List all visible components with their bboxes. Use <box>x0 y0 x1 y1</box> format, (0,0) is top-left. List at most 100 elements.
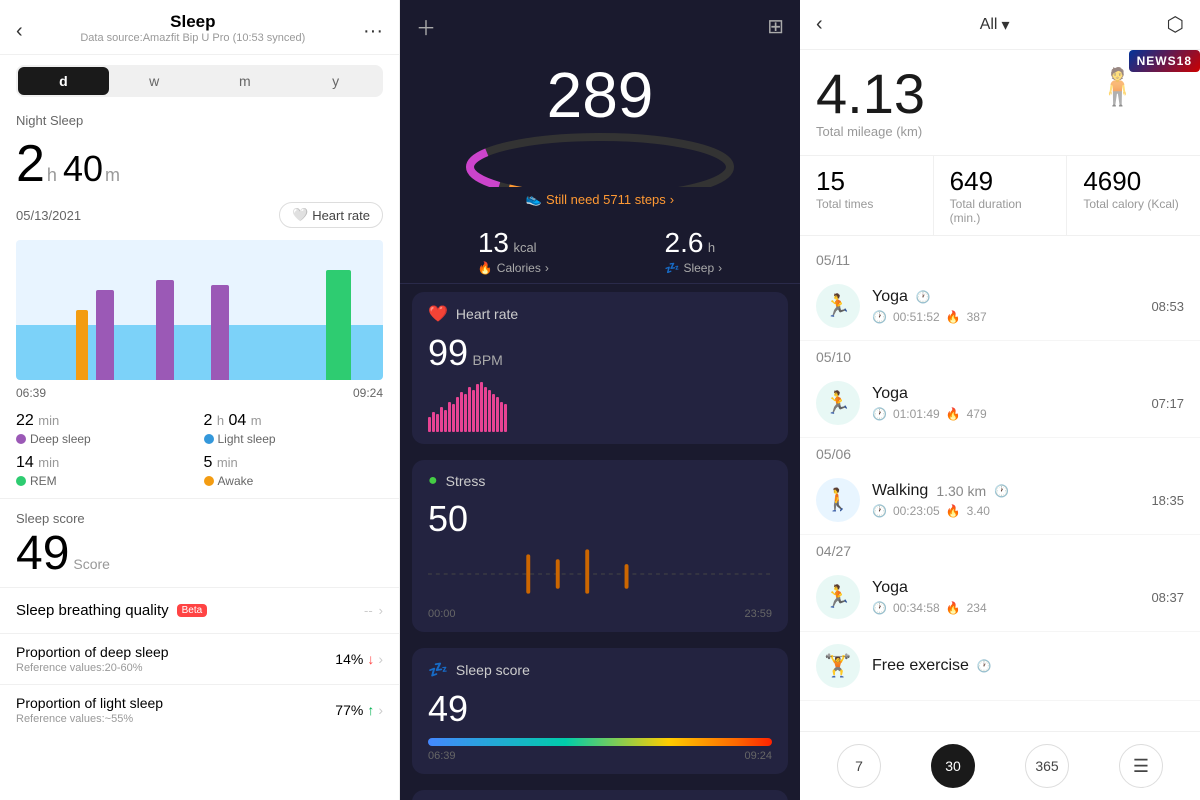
sleep-hours: 2 <box>16 134 45 194</box>
deep-proportion-title: Proportion of deep sleep <box>16 644 169 660</box>
heart-rate-card: ❤️ Heart rate 99 BPM <box>412 292 788 444</box>
heart-rate-label: Heart rate <box>312 208 370 223</box>
activity-item-exercise-0427[interactable]: 🏋️ Free exercise 🕐 <box>800 632 1200 701</box>
chevron-right-sleep: › <box>718 261 722 275</box>
deep-sleep-proportion-row[interactable]: Proportion of deep sleep Reference value… <box>0 633 399 684</box>
clock-icon-0511: 🕐 <box>916 290 931 304</box>
walk-icon-wrap: 🚶 <box>816 478 860 522</box>
duration-0506: 00:23:05 <box>893 504 940 518</box>
sleep-minutes: 40 <box>63 148 103 190</box>
total-duration-fig: 649 Total duration (min.) <box>933 156 1067 235</box>
up-arrow-icon: ↑ <box>367 702 374 718</box>
heart-icon: 🤍 <box>292 207 308 223</box>
clock-mini-icon-0510: 🕐 <box>872 407 887 421</box>
calories-label: 🔥 Calories › <box>478 261 549 275</box>
clock-mini-icon-0427: 🕐 <box>872 601 887 615</box>
fire-icon-0510: 🔥 <box>946 407 961 421</box>
sleep-label-mid: 💤 Sleep › <box>665 261 723 275</box>
total-figures: 15 Total times 649 Total duration (min.)… <box>800 155 1200 236</box>
steps-count: 289 <box>400 63 800 127</box>
share-icon[interactable]: ⬡ <box>1167 12 1184 37</box>
light-sleep-proportion-row[interactable]: Proportion of light sleep Reference valu… <box>0 684 399 735</box>
total-times-fig: 15 Total times <box>800 156 933 235</box>
middle-panel: ＋ ⊞ 289 👟 Still need 5711 steps › 13 kca… <box>400 0 800 800</box>
page-title: Sleep <box>23 12 363 32</box>
right-header: ‹ All ▾ ⬡ <box>800 0 1200 50</box>
light-sleep-label: Light sleep <box>218 432 276 446</box>
sleep-date: 05/13/2021 <box>16 208 81 223</box>
tab-w[interactable]: w <box>109 67 200 95</box>
exercise-icon: 🏋️ <box>824 653 851 679</box>
total-calory-fig: 4690 Total calory (Kcal) <box>1066 156 1200 235</box>
sleep-score-number: 49 <box>16 526 69 581</box>
tab-m[interactable]: m <box>200 67 291 95</box>
period-365-btn[interactable]: 365 <box>1025 744 1069 788</box>
duration-0427: 00:34:58 <box>893 601 940 615</box>
total-times-val: 15 <box>816 166 917 197</box>
stress-icon: ● <box>428 472 438 490</box>
light-sleep-val: 2 h 04 m <box>204 412 384 430</box>
tab-d[interactable]: d <box>18 67 109 95</box>
more-icon[interactable]: ··· <box>363 20 383 43</box>
deep-proportion-val: 14% <box>335 651 363 667</box>
heart-rate-val: 99 <box>428 332 468 373</box>
deep-sleep-val: 22 min <box>16 412 196 430</box>
breathing-quality-row[interactable]: Sleep breathing quality Beta -- › <box>0 587 399 633</box>
mid-grid-icon[interactable]: ⊞ <box>767 14 784 39</box>
person-figure: 🧍 <box>1095 66 1140 108</box>
date-header-0506: 05/06 <box>800 438 1200 466</box>
awake-label: Awake <box>218 474 254 488</box>
period-30-btn[interactable]: 30 <box>931 744 975 788</box>
total-duration-label: Total duration (min.) <box>950 197 1051 225</box>
sleep-score-bar: 06:39 09:24 <box>428 738 772 762</box>
yoga-icon-0427: 🏃 <box>824 584 851 610</box>
heart-rate-card-title: Heart rate <box>456 306 518 322</box>
sleep-bar-start: 06:39 <box>428 750 456 762</box>
stress-val: 50 <box>428 498 468 539</box>
tab-y[interactable]: y <box>290 67 381 95</box>
activity-name-exercise: Free exercise <box>872 657 969 675</box>
dropdown-icon: ▾ <box>1001 15 1009 35</box>
still-need-label: 👟 Still need 5711 steps › <box>400 191 800 207</box>
mid-add-icon[interactable]: ＋ <box>416 12 436 41</box>
clock-icon-walk: 🕐 <box>994 484 1009 498</box>
activity-item-walk-0506[interactable]: 🚶 Walking 1.30 km 🕐 🕐 00:23:05 🔥 3.40 18… <box>800 466 1200 535</box>
heart-rate-button[interactable]: 🤍 Heart rate <box>279 202 383 228</box>
calories-0510: 479 <box>967 407 987 421</box>
sleep-h-unit: h <box>47 165 57 186</box>
sleep-val-mid: 2.6 <box>665 227 704 258</box>
beta-badge: Beta <box>177 604 208 617</box>
stress-card: ● Stress 50 00:00 23:59 <box>412 460 788 632</box>
fire-icon-0506: 🔥 <box>946 504 961 518</box>
menu-btn[interactable]: ☰ <box>1119 744 1163 788</box>
right-header-title[interactable]: All ▾ <box>980 15 1010 35</box>
period-7-btn[interactable]: 7 <box>837 744 881 788</box>
stress-end-time: 23:59 <box>744 608 772 620</box>
stress-times: 00:00 23:59 <box>428 608 772 620</box>
back-icon[interactable]: ‹ <box>16 20 23 43</box>
activity-item-yoga-0427[interactable]: 🏃 Yoga 🕐 00:34:58 🔥 234 08:37 <box>800 563 1200 632</box>
activity-item-yoga-0510[interactable]: 🏃 Yoga 🕐 01:01:49 🔥 479 07:17 <box>800 369 1200 438</box>
light-proportion-title: Proportion of light sleep <box>16 695 163 711</box>
awake-val: 5 min <box>204 454 384 472</box>
duration-0510: 01:01:49 <box>893 407 940 421</box>
time-0510: 07:17 <box>1151 396 1184 411</box>
right-back-icon[interactable]: ‹ <box>816 13 823 36</box>
activity-item-yoga-0511[interactable]: 🏃 Yoga 🕐 🕐 00:51:52 🔥 387 08:53 <box>800 272 1200 341</box>
duration-0511: 00:51:52 <box>893 310 940 324</box>
light-sleep-stat: 2 h 04 m Light sleep <box>204 412 384 446</box>
rem-stat: 14 min REM <box>16 454 196 488</box>
mid-header: ＋ ⊞ <box>400 0 800 53</box>
period-tabs: d w m y <box>16 65 383 97</box>
calories-0427: 234 <box>967 601 987 615</box>
clock-mini-icon: 🕐 <box>872 310 887 324</box>
calories-stat: 13 kcal 🔥 Calories › <box>478 227 549 275</box>
stress-chart <box>428 544 772 604</box>
total-times-label: Total times <box>816 197 917 211</box>
sleep-score-card-val: 49 <box>428 688 468 729</box>
left-header: ‹ Sleep Data source:Amazfit Bip U Pro (1… <box>0 0 399 55</box>
light-proportion-val: 77% <box>335 702 363 718</box>
yoga-icon: 🏃 <box>824 293 851 319</box>
sleep-score-display: 49 Score <box>16 526 383 581</box>
left-panel: ‹ Sleep Data source:Amazfit Bip U Pro (1… <box>0 0 400 800</box>
